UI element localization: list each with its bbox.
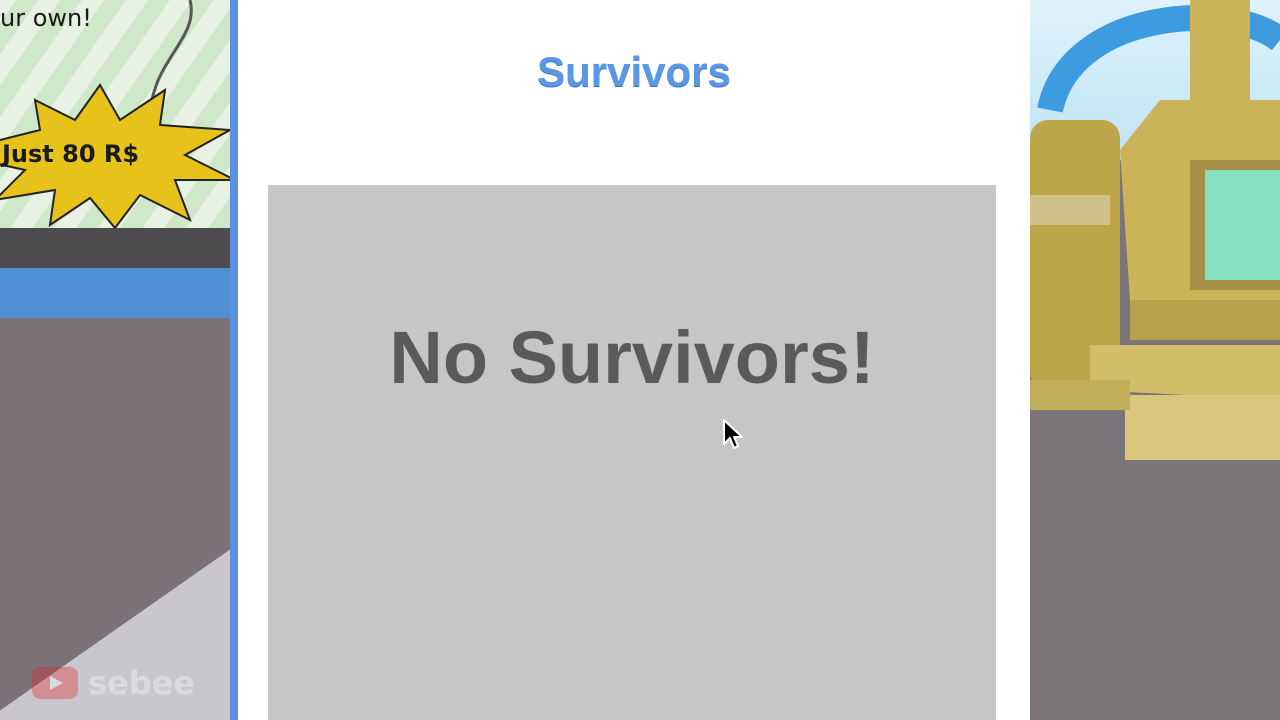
survivor-list[interactable]: No Survivors!: [268, 185, 996, 720]
watermark: sebee: [32, 664, 195, 702]
machine-icon: [1030, 0, 1280, 460]
left-game-scene: ur own! Just 80 R$ sebee: [0, 0, 238, 720]
watermark-text: sebee: [88, 664, 196, 702]
poster-caption: ur own!: [0, 4, 92, 32]
empty-state-message: No Survivors!: [389, 316, 875, 399]
mouse-cursor-icon: [723, 419, 743, 449]
scene-blue-strip: [0, 268, 230, 318]
survivors-panel: Survivors No Survivors!: [238, 0, 1030, 720]
right-game-scene: [1030, 0, 1280, 720]
scene-ledge: [0, 228, 230, 268]
shop-poster: ur own! Just 80 R$: [0, 0, 236, 230]
youtube-icon: [32, 667, 78, 699]
price-burst-label: Just 80 R$: [2, 140, 140, 168]
panel-title: Survivors: [537, 48, 731, 95]
panel-border-accent: [230, 0, 238, 720]
